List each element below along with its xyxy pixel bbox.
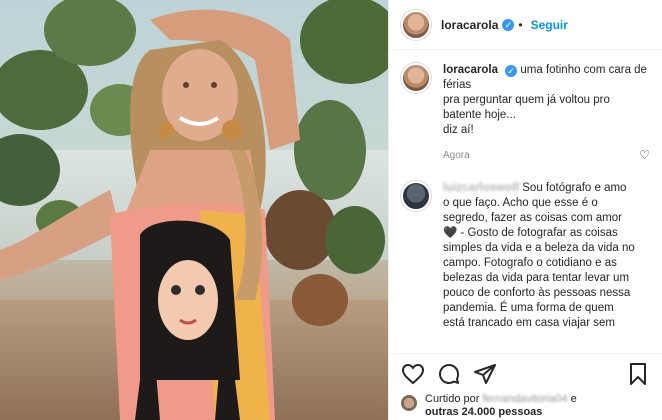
separator-dot: • (518, 17, 523, 32)
caption-line: pra perguntar quem já voltou pro (443, 94, 610, 106)
liker-avatar (401, 395, 417, 411)
caption-text: loracarola ✓ uma fotinho com cara de fér… (443, 63, 650, 138)
likes-prefix: Curtido por (425, 393, 480, 405)
likes-connector: e (570, 393, 577, 405)
liker-username[interactable]: fernandavitoria04 (482, 393, 567, 405)
author-username[interactable]: loracarola (441, 18, 498, 32)
instagram-post: loracarola ✓ • Seguir loracarola ✓ uma f… (0, 0, 662, 420)
comment-text: Sou fotógrafo e amo o que faço. Acho que… (443, 182, 635, 329)
post-photo[interactable] (0, 0, 388, 420)
comment-icon[interactable] (437, 362, 461, 386)
bookmark-icon[interactable] (626, 362, 650, 386)
caption-username[interactable]: loracarola (443, 64, 498, 76)
caption-line: batente hoje... (443, 109, 516, 121)
post-sidebar: loracarola ✓ • Seguir loracarola ✓ uma f… (388, 0, 662, 420)
person-illustration (0, 9, 300, 420)
caption-row: loracarola ✓ uma fotinho com cara de fér… (401, 63, 650, 138)
caption-line: diz aí! (443, 124, 474, 136)
comment-row: luizcarloswolf Sou fotógrafo e amo o que… (401, 181, 650, 331)
comments-section[interactable]: loracarola ✓ uma fotinho com cara de fér… (389, 51, 662, 353)
likes-summary: Curtido por fernandavitoria04 e outras 2… (401, 393, 650, 420)
comment-like-heart-icon[interactable]: ♡ (639, 148, 650, 162)
commenter-avatar[interactable] (401, 181, 431, 211)
author-avatar[interactable] (401, 9, 431, 40)
verified-badge-icon: ✓ (505, 65, 518, 77)
comment-text-block: luizcarloswolf Sou fotógrafo e amo o que… (443, 181, 635, 331)
likes-text: Curtido por fernandavitoria04 e outras 2… (425, 393, 577, 419)
caption-line: uma fotinho com cara de (520, 64, 647, 76)
caption-line: férias (443, 79, 472, 91)
share-icon[interactable] (473, 362, 497, 386)
action-bar (389, 353, 662, 393)
heart-icon[interactable] (401, 362, 425, 386)
verified-badge-icon: ✓ (502, 18, 515, 31)
post-time[interactable]: Agora (443, 150, 650, 161)
likes-others[interactable]: outras 24.000 pessoas (425, 406, 542, 418)
commenter-username[interactable]: luizcarloswolf (443, 182, 519, 194)
caption-avatar[interactable] (401, 63, 431, 93)
follow-button[interactable]: Seguir (531, 18, 568, 32)
post-header: loracarola ✓ • Seguir (389, 0, 662, 50)
